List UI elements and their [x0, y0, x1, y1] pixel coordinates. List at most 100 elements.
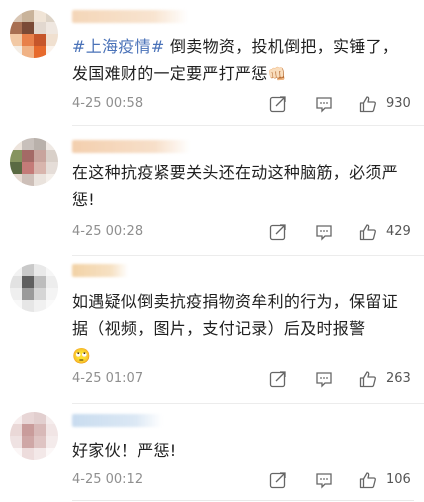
avatar-pixel	[22, 34, 34, 46]
comment-icon	[316, 97, 332, 113]
comment-text: 在这种抗疫紧要关头还在动这种脑筋，必须严惩!	[72, 163, 399, 209]
avatar-pixel	[46, 10, 58, 22]
avatar-pixel	[34, 22, 46, 34]
like-button[interactable]	[358, 94, 382, 116]
comment-button[interactable]	[314, 94, 338, 116]
thumbs-up-icon	[359, 96, 376, 113]
avatar-pixel	[10, 22, 22, 34]
comment-meta: 4-25 00:58 930	[72, 94, 414, 116]
like-button[interactable]	[358, 470, 382, 492]
like-button[interactable]	[358, 222, 382, 244]
avatar-pixel	[10, 10, 22, 22]
avatar-pixel	[10, 138, 22, 150]
avatar[interactable]	[10, 412, 58, 460]
avatar-pixel	[46, 436, 58, 448]
avatar-pixel	[46, 276, 58, 288]
divider	[72, 500, 414, 501]
comment-text: 好家伙！严惩!	[72, 441, 177, 460]
timestamp: 4-25 01:07	[72, 371, 144, 386]
timestamp: 4-25 00:12	[72, 472, 144, 487]
thumbs-up-icon	[359, 472, 376, 489]
like-count: 263	[386, 371, 411, 386]
comment-meta: 4-25 00:28 429	[72, 222, 414, 244]
comment-icon	[316, 225, 332, 241]
share-button[interactable]	[268, 94, 292, 116]
like-count: 930	[386, 96, 411, 111]
avatar-pixel	[10, 412, 22, 424]
like-button[interactable]	[358, 369, 382, 391]
avatar-pixel	[22, 138, 34, 150]
avatar-pixel	[10, 174, 22, 186]
avatar-pixel	[46, 288, 58, 300]
comment-button[interactable]	[314, 470, 338, 492]
avatar-pixel	[22, 162, 34, 174]
thumbs-up-icon	[359, 224, 376, 241]
username[interactable]	[72, 264, 128, 277]
share-button[interactable]	[268, 369, 292, 391]
avatar-pixel	[34, 264, 46, 276]
timestamp: 4-25 00:58	[72, 96, 144, 111]
avatar-pixel	[22, 276, 34, 288]
timestamp: 4-25 00:28	[72, 224, 144, 239]
avatar[interactable]	[10, 264, 58, 312]
like-count: 106	[386, 472, 411, 487]
username[interactable]	[72, 140, 190, 153]
comment-item: 如遇疑似倒卖抗疫捐物资牟利的行为，保留证据（视频，图片，支付记录）后及时报警 🙄 …	[0, 256, 424, 404]
comment-text: 如遇疑似倒卖抗疫捐物资牟利的行为，保留证据（视频，图片，支付记录）后及时报警 🙄	[72, 288, 414, 370]
avatar-pixel	[46, 46, 58, 58]
avatar-pixel	[34, 412, 46, 424]
topic-link[interactable]: #上海疫情#	[72, 37, 165, 56]
comment-icon	[316, 473, 332, 489]
avatar-pixel	[34, 436, 46, 448]
avatar-pixel	[34, 10, 46, 22]
avatar-pixel	[22, 412, 34, 424]
avatar-pixel	[34, 46, 46, 58]
avatar-pixel	[22, 22, 34, 34]
comment-feed: { "comments": [ { "topic": "#上海疫情#", "te…	[0, 0, 424, 502]
eye-roll-emoji: 🙄	[72, 347, 91, 365]
comment-item: 好家伙！严惩! 4-25 00:12 106	[0, 404, 424, 502]
avatar[interactable]	[10, 138, 58, 186]
avatar-pixel	[34, 138, 46, 150]
avatar-pixel	[10, 276, 22, 288]
share-button[interactable]	[268, 470, 292, 492]
username[interactable]	[72, 10, 188, 23]
fist-emoji: 👊🏻	[267, 65, 287, 83]
avatar-pixel	[10, 34, 22, 46]
avatar[interactable]	[10, 10, 58, 58]
avatar-pixel	[10, 300, 22, 312]
share-icon	[269, 472, 286, 489]
avatar-pixel	[34, 34, 46, 46]
share-button[interactable]	[268, 222, 292, 244]
avatar-pixel	[22, 288, 34, 300]
avatar-pixel	[34, 150, 46, 162]
username[interactable]	[72, 414, 162, 427]
comment-item: 在这种抗疫紧要关头还在动这种脑筋，必须严惩! 4-25 00:28 429	[0, 126, 424, 256]
avatar-pixel	[10, 150, 22, 162]
avatar-pixel	[10, 264, 22, 276]
avatar-pixel	[10, 448, 22, 460]
avatar-pixel	[34, 288, 46, 300]
avatar-pixel	[34, 448, 46, 460]
avatar-pixel	[34, 174, 46, 186]
avatar-pixel	[46, 264, 58, 276]
comment-button[interactable]	[314, 222, 338, 244]
avatar-pixel	[22, 300, 34, 312]
avatar-pixel	[46, 34, 58, 46]
avatar-pixel	[22, 264, 34, 276]
like-count: 429	[386, 224, 411, 239]
avatar-pixel	[10, 162, 22, 174]
comment-text: #上海疫情# 倒卖物资，投机倒把，实锤了，发国难财的一定要严打严惩👊🏻	[72, 33, 414, 88]
avatar-pixel	[46, 150, 58, 162]
comment-button[interactable]	[314, 369, 338, 391]
thumbs-up-icon	[359, 371, 376, 388]
avatar-pixel	[22, 10, 34, 22]
avatar-pixel	[22, 46, 34, 58]
avatar-pixel	[22, 448, 34, 460]
comment-icon	[316, 372, 332, 388]
comment-meta: 4-25 00:12 106	[72, 470, 414, 492]
avatar-pixel	[22, 150, 34, 162]
comment-item: #上海疫情# 倒卖物资，投机倒把，实锤了，发国难财的一定要严打严惩👊🏻 4-25…	[0, 0, 424, 126]
share-icon	[269, 371, 286, 388]
avatar-pixel	[10, 46, 22, 58]
